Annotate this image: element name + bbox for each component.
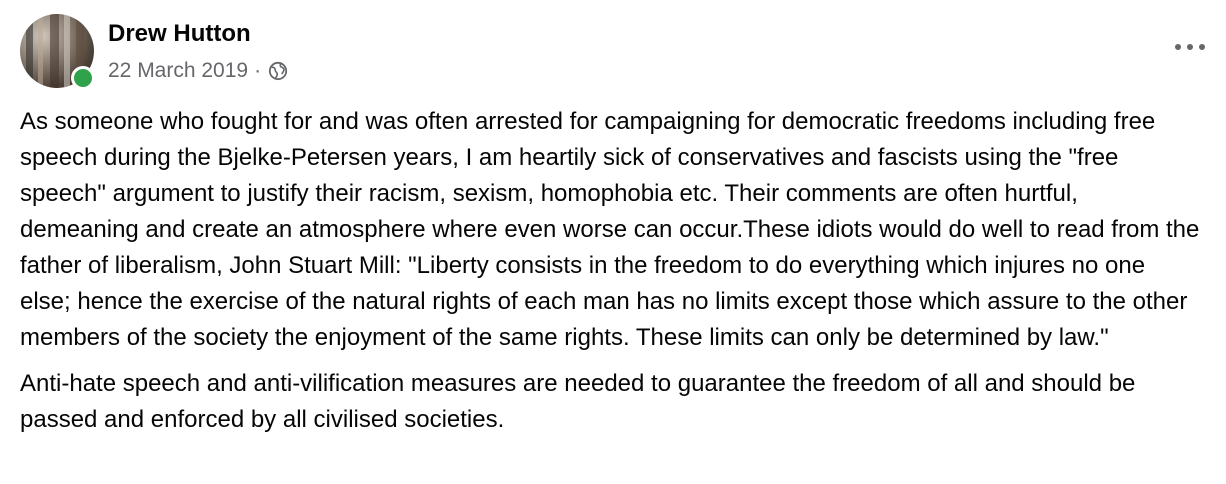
meta-separator: · <box>254 59 262 82</box>
globe-icon[interactable] <box>267 60 289 82</box>
author-name-link[interactable]: Drew Hutton <box>108 20 251 48</box>
online-status-indicator <box>71 66 95 90</box>
post-body: As someone who fought for and was often … <box>20 104 1200 448</box>
globe-icon-graphic <box>268 61 288 81</box>
more-options-button[interactable] <box>1170 32 1210 62</box>
post-meta: 22 March 2019 · <box>108 57 289 85</box>
avatar-detail <box>26 14 33 88</box>
post-card: Drew Hutton 22 March 2019 · As someone w… <box>0 0 1226 484</box>
avatar-detail <box>38 14 43 88</box>
post-paragraph: As someone who fought for and was often … <box>20 108 1200 351</box>
more-horizontal-icon <box>1175 44 1205 50</box>
post-paragraph: Anti-hate speech and anti-vilification m… <box>20 370 1136 433</box>
avatar-detail <box>50 14 59 88</box>
post-timestamp-link[interactable]: 22 March 2019 <box>108 57 248 85</box>
avatar-detail <box>64 14 70 88</box>
post-header: Drew Hutton 22 March 2019 · <box>20 14 1210 90</box>
